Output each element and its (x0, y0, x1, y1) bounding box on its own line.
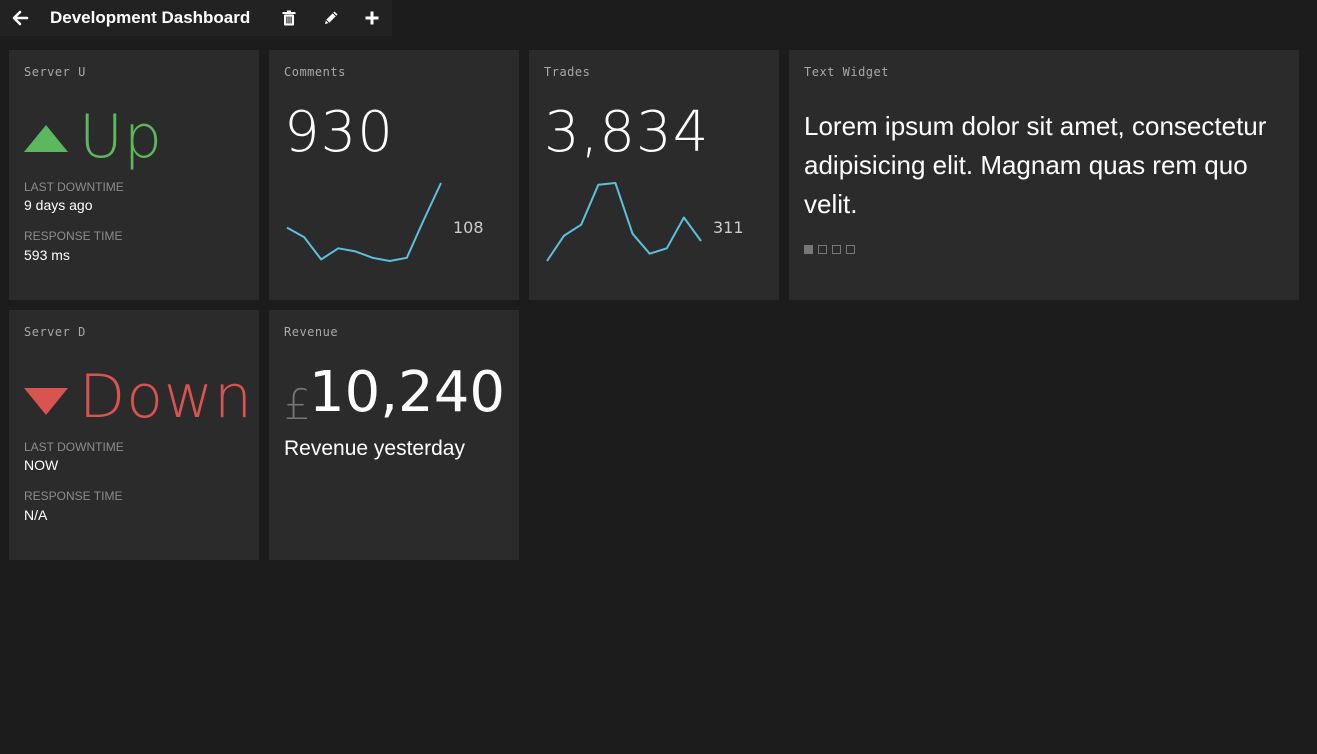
trades-sparkline (546, 182, 702, 262)
up-arrow-icon (24, 125, 68, 152)
down-arrow-icon (24, 388, 68, 415)
trash-icon[interactable] (280, 9, 298, 27)
dashboard-header: Development Dashboard (0, 0, 392, 36)
pager-dot[interactable] (818, 245, 827, 254)
sparkline-last-value: 108 (453, 218, 484, 237)
widget-title: Revenue (284, 325, 339, 339)
page-title: Development Dashboard (50, 8, 251, 27)
pager-dot[interactable] (832, 245, 841, 254)
widget-title: Server D (24, 325, 86, 339)
pencil-icon[interactable] (322, 9, 340, 27)
revenue-widget[interactable]: Revenue £ 10,240 Revenue yesterday (269, 310, 519, 560)
last-downtime-value: 9 days ago (24, 197, 93, 213)
widget-title: Text Widget (804, 65, 889, 79)
server-down-widget[interactable]: Server D Down LAST DOWNTIME NOW RESPONSE… (9, 310, 259, 560)
sparkline-path (546, 182, 702, 262)
response-time-label: RESPONSE TIME (24, 229, 123, 243)
last-downtime-label: LAST DOWNTIME (24, 440, 124, 454)
comments-sparkline (286, 182, 442, 262)
widget-title: Server U (24, 65, 86, 79)
response-time-value: N/A (24, 507, 48, 523)
revenue-value: 10,240 (309, 360, 505, 425)
last-downtime-value: NOW (24, 457, 59, 473)
response-time-label: RESPONSE TIME (24, 489, 123, 503)
comments-widget[interactable]: Comments 930 108 (269, 50, 519, 300)
widget-title: Trades (544, 65, 591, 79)
revenue-subtitle: Revenue yesterday (284, 437, 465, 460)
comments-count: 930 (284, 100, 394, 165)
sparkline-path (286, 182, 442, 262)
response-time-value: 593 ms (24, 247, 70, 263)
status-text: Down (79, 362, 254, 432)
widget-title: Comments (284, 65, 346, 79)
server-up-widget[interactable]: Server U Up LAST DOWNTIME 9 days ago RES… (9, 50, 259, 300)
pager-dot[interactable] (804, 245, 813, 254)
sparkline-last-value: 311 (713, 218, 744, 237)
last-downtime-label: LAST DOWNTIME (24, 180, 124, 194)
trades-count: 3,834 (544, 100, 710, 165)
pager-dot[interactable] (846, 245, 855, 254)
arrow-left-icon[interactable] (11, 9, 29, 27)
text-widget[interactable]: Text Widget Lorem ipsum dolor sit amet, … (789, 50, 1299, 300)
status-text: Up (79, 102, 164, 172)
text-widget-body: Lorem ipsum dolor sit amet, consectetur … (804, 111, 1267, 219)
plus-icon[interactable] (363, 9, 381, 27)
currency-symbol: £ (284, 380, 311, 429)
text-pager (804, 245, 855, 254)
trades-widget[interactable]: Trades 3,834 311 (529, 50, 779, 300)
